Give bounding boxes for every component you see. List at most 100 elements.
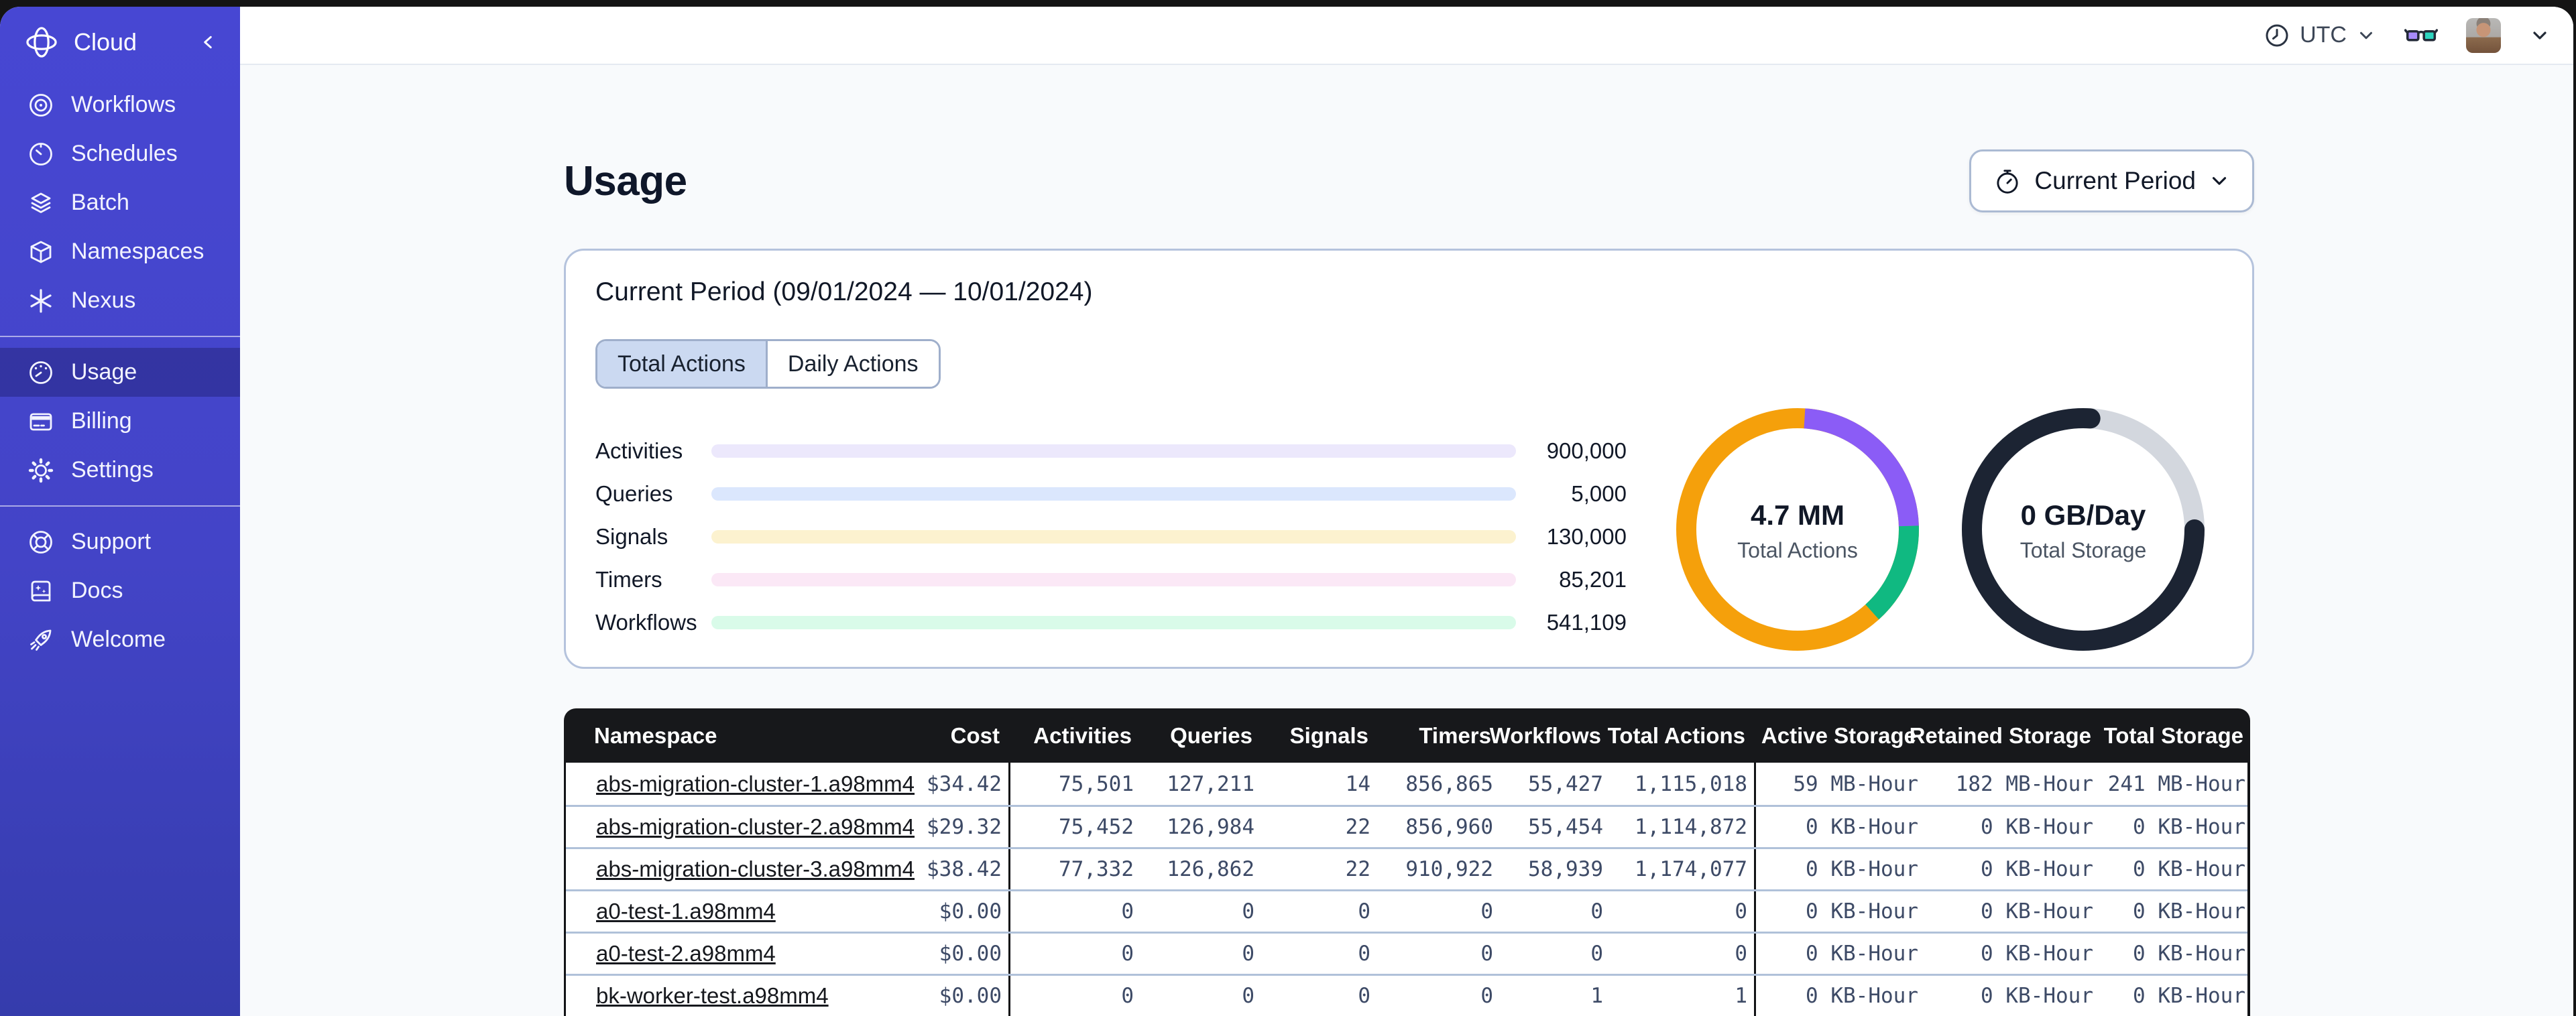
sidebar-item-settings[interactable]: Settings [0,446,240,495]
table-column-header: Activities [1033,722,1132,748]
sidebar-brand: Cloud [0,7,240,71]
sidebar-item-label: Usage [71,359,137,385]
sidebar-item-welcome[interactable]: Welcome [0,615,240,664]
tab-daily-actions[interactable]: Daily Actions [765,341,939,387]
workflows-cell: 0 [1590,899,1603,924]
sidebar-item-schedules[interactable]: Schedules [0,129,240,178]
cost-cell: $0.00 [939,942,1002,966]
queries-cell: 126,862 [1167,857,1254,881]
namespace-link[interactable]: a0-test-1.a98mm4 [596,899,776,924]
billing-icon [27,407,55,436]
sidebar-item-label: Batch [71,190,129,215]
clock-icon [2266,24,2288,46]
total-storage-cell: 0 KB-Hour [2133,815,2245,839]
activities-cell: 75,452 [1008,807,1140,847]
namespace-usage-table: Namespace Cost Activities Queries Signal… [564,708,2250,1016]
timers-cell: 0 [1480,984,1493,1008]
signals-cell: 0 [1358,942,1370,966]
timers-cell: 0 [1480,899,1493,924]
total-actions-donut: 4.7 MM Total Actions [1670,402,1925,660]
timers-cell: 856,865 [1405,771,1493,796]
total-storage-cell: 0 KB-Hour [2133,857,2245,881]
workflows-cell: 55,454 [1528,815,1603,839]
namespace-link[interactable]: bk-worker-test.a98mm4 [596,983,829,1009]
sidebar-item-label: Namespaces [71,239,204,264]
table-row: a0-test-1.a98mm4 $0.00 0 0 0 0 0 0 0 KB-… [566,889,2247,932]
feedback-glasses-button[interactable] [2404,21,2438,50]
namespace-cell: bk-worker-test.a98mm4 [566,976,844,1016]
sidebar-item-nexus[interactable]: Nexus [0,276,240,325]
current-period-card: Current Period (09/01/2024 — 10/01/2024)… [564,249,2254,669]
timers-cell: 856,960 [1405,815,1493,839]
table-column-header: Signals [1289,722,1368,748]
table-column-header: Total Actions [1607,722,1745,748]
bar-category-label: Workflows [595,610,697,635]
bar-category-label: Timers [595,567,662,592]
namespaces-icon [27,238,55,266]
total-storage-cell: 0 KB-Hour [2133,984,2245,1008]
queries-cell: 0 [1242,942,1254,966]
table-column-header: Timers [1419,722,1491,748]
top-bar: UTC [240,7,2573,65]
table-row: abs-migration-cluster-1.a98mm4 $34.42 75… [566,763,2247,805]
sidebar-item-workflows[interactable]: Workflows [0,80,240,129]
timezone-selector[interactable]: UTC [2264,22,2376,49]
usage-bar-row: Activities 900,000 [595,430,1627,472]
batch-icon [27,189,55,217]
sidebar-item-label: Workflows [71,92,176,117]
bar-track [711,616,1516,629]
bar-value: 130,000 [1546,524,1627,549]
table-header-row: Namespace Cost Activities Queries Signal… [564,708,2250,763]
glasses-icon [2404,28,2438,42]
sidebar-item-billing[interactable]: Billing [0,397,240,446]
sidebar-collapse-button[interactable] [196,30,220,54]
sidebar-item-batch[interactable]: Batch [0,178,240,227]
cost-cell: $34.42 [927,771,1002,796]
signals-cell: 22 [1345,857,1370,881]
activities-cell: 0 [1008,891,1140,932]
stopwatch-icon [1997,170,2019,194]
support-icon [27,528,55,556]
usage-page: Usage Current Period Current Period (09/… [240,65,2573,1016]
usage-bar-row: Workflows 541,109 [595,601,1627,644]
period-dropdown-button[interactable]: Current Period [1969,149,2254,212]
namespace-link[interactable]: a0-test-2.a98mm4 [596,941,776,966]
workflows-icon [27,91,55,119]
namespace-cell: a0-test-2.a98mm4 [566,934,844,974]
account-menu-chevron-icon[interactable] [2529,25,2551,46]
bar-track [711,573,1516,586]
sidebar-item-support[interactable]: Support [0,517,240,566]
timers-cell: 910,922 [1405,857,1493,881]
bar-value: 900,000 [1546,438,1627,463]
table-column-header: Retained Storage [1909,722,2091,748]
sidebar-item-docs[interactable]: Docs [0,566,240,615]
namespace-cell: a0-test-1.a98mm4 [566,891,844,932]
sidebar-item-label: Billing [71,408,132,434]
namespace-cell: abs-migration-cluster-1.a98mm4 [566,763,915,805]
active-storage-cell: 0 KB-Hour [1754,807,1925,847]
sidebar-divider [0,336,240,337]
workflows-cell: 0 [1590,942,1603,966]
bar-track [711,444,1516,458]
sidebar-item-label: Docs [71,578,123,603]
card-title: Current Period (09/01/2024 — 10/01/2024) [595,277,1093,306]
sidebar-item-usage[interactable]: Usage [0,348,240,397]
cost-cell: $38.42 [927,857,1002,881]
tab-total-actions[interactable]: Total Actions [597,341,766,387]
user-avatar[interactable] [2466,17,2501,53]
chevron-down-icon [2212,177,2227,185]
signals-cell: 0 [1358,984,1370,1008]
sidebar-item-namespaces[interactable]: Namespaces [0,227,240,276]
namespace-cell: abs-migration-cluster-2.a98mm4 [566,807,915,847]
total-actions-cell: 0 [1735,942,1747,966]
bar-value: 5,000 [1571,481,1627,506]
bar-value: 541,109 [1546,610,1627,635]
workflows-cell: 1 [1590,984,1603,1008]
retained-storage-cell: 0 KB-Hour [1981,815,2093,839]
nexus-icon [27,287,55,315]
table-column-header: Namespace [594,722,717,748]
total-storage-cell: 241 MB-Hour [2107,771,2245,796]
bar-category-label: Queries [595,481,673,506]
sidebar: Cloud Workflows Schedules Batch Namespac… [0,7,240,1016]
usage-bar-row: Timers 85,201 [595,558,1627,601]
